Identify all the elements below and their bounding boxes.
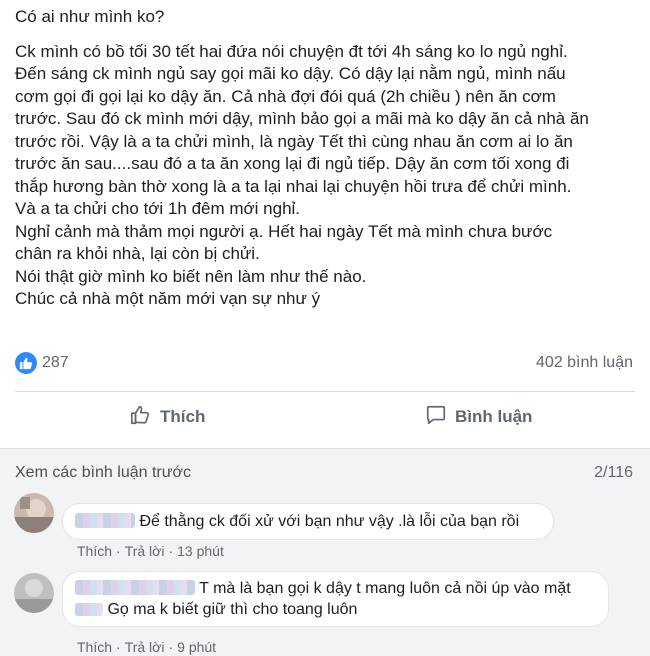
comment-text-line-1: T mà là bạn gọi k dậy t mang luôn cả nồi…: [199, 580, 571, 597]
comment-like-link[interactable]: Thích: [77, 543, 112, 559]
blurred-text: [75, 603, 103, 616]
comment-pager: 2/116: [594, 464, 633, 481]
thumbs-up-icon: [130, 404, 152, 431]
comment-bubble-icon: [425, 404, 447, 431]
comment-like-link[interactable]: Thích: [77, 639, 112, 655]
comment-button[interactable]: Bình luận: [425, 392, 532, 442]
comment-button-label: Bình luận: [455, 407, 533, 426]
action-bar: Thích Bình luận: [15, 392, 635, 442]
like-reaction-icon[interactable]: [15, 352, 37, 374]
like-button-label: Thích: [160, 407, 206, 426]
avatar[interactable]: [14, 573, 54, 613]
comments-section: Xem các bình luận trước 2/116 Để thằng c…: [0, 448, 650, 656]
reaction-stats: 287 402 bình luận: [15, 350, 633, 378]
comment-count[interactable]: 402 bình luận: [536, 354, 633, 372]
avatar[interactable]: [14, 493, 54, 533]
comment-bubble: Để thằng ck đối xử với bạn như vậy .là l…: [62, 503, 554, 540]
like-count[interactable]: 287: [42, 354, 69, 372]
like-button[interactable]: Thích: [130, 392, 205, 442]
post-intro: Có ai như mình ko?: [15, 7, 165, 26]
comment-text: Để thằng ck đối xử với bạn như vậy .là l…: [139, 513, 520, 530]
comment-time[interactable]: 13 phút: [177, 543, 224, 559]
view-previous-comments-link[interactable]: Xem các bình luận trước: [15, 464, 191, 482]
comment-time[interactable]: 9 phút: [177, 639, 216, 655]
comment-reply-link[interactable]: Trả lời: [125, 543, 165, 559]
comment-text-line-2: Gọ ma k biết giữ thì cho toang luôn: [107, 601, 358, 618]
post-body: Có ai như mình ko? Ck mình có bồ tối 30 …: [15, 6, 640, 311]
comment-meta: Thích · Trả lời · 13 phút: [77, 543, 224, 559]
comment-reply-link[interactable]: Trả lời: [125, 639, 165, 655]
blurred-author-name[interactable]: [75, 513, 135, 528]
post-paragraph: Ck mình có bồ tối 30 tết hai đứa nói chu…: [15, 41, 589, 309]
blurred-author-name[interactable]: [75, 580, 195, 595]
comment-bubble: T mà là bạn gọi k dậy t mang luôn cả nồi…: [62, 571, 609, 627]
comment-meta: Thích · Trả lời · 9 phút: [77, 639, 217, 655]
